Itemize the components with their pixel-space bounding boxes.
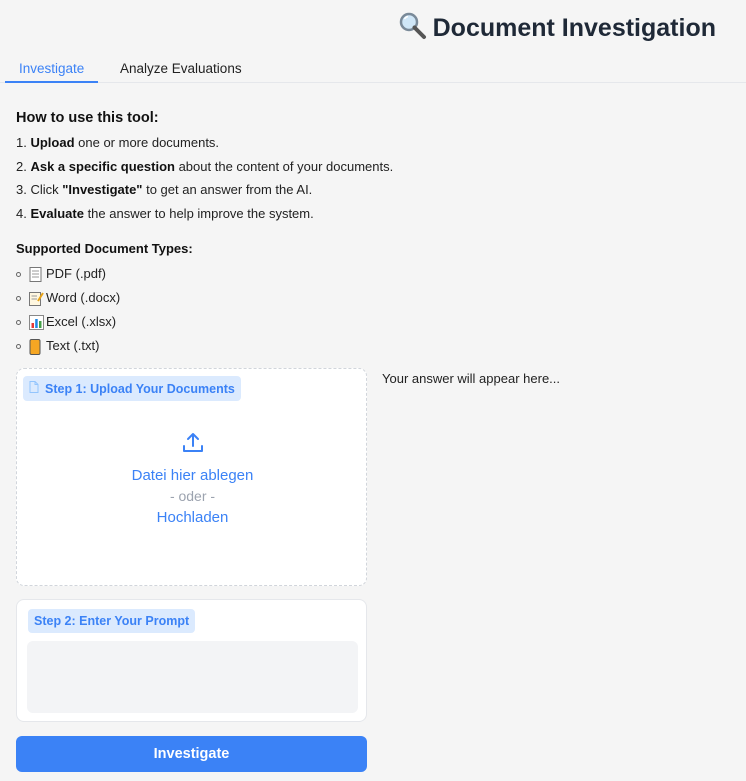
or-text: - oder -: [169, 488, 216, 504]
page-icon: [29, 266, 42, 282]
supported-types-heading: Supported Document Types:: [16, 241, 193, 256]
type-label: Excel (.xlsx): [46, 314, 117, 329]
prompt-card: Step 2: Enter Your Prompt: [16, 599, 367, 722]
bullet-icon: [16, 320, 21, 325]
how-to-step: 2. Ask a specific question about the con…: [16, 157, 716, 181]
app-header: Document Investigation: [0, 0, 746, 56]
tab-investigate[interactable]: Investigate: [5, 60, 99, 83]
type-item-excel: Excel (.xlsx): [16, 310, 416, 334]
step-text: one or more documents.: [74, 135, 220, 150]
app-title-text: Document Investigation: [432, 14, 716, 42]
step-keyword: Ask a specific question: [30, 158, 175, 174]
bullet-icon: [16, 344, 21, 349]
text-file-icon: [29, 338, 42, 355]
bullet-icon: [16, 272, 21, 277]
upload-step-label: Step 1: Upload Your Documents: [23, 376, 241, 401]
upload-step-label-text: Step 1: Upload Your Documents: [45, 381, 235, 396]
browse-upload-link[interactable]: Hochladen: [17, 507, 368, 528]
bullet-icon: [16, 296, 21, 301]
type-label: PDF (.pdf): [46, 266, 106, 281]
step-text: about the content of your documents.: [174, 158, 394, 174]
step-number: 2.: [16, 158, 27, 174]
how-to-section: How to use this tool: 1. Upload one or m…: [16, 110, 716, 227]
type-label: Text (.txt): [46, 338, 100, 353]
how-to-step: 1. Upload one or more documents.: [16, 133, 716, 157]
prompt-input[interactable]: [27, 641, 358, 713]
app-title: Document Investigation: [397, 10, 716, 47]
tab-analyze-evaluations[interactable]: Analyze Evaluations: [106, 60, 256, 83]
type-label: Word (.docx): [46, 290, 121, 305]
step-keyword: "Investigate": [62, 182, 143, 197]
supported-types-section: Supported Document Types: PDF (.pdf) Wor…: [16, 241, 416, 358]
prompt-step-label-text: Step 2: Enter Your Prompt: [34, 614, 190, 628]
bar-chart-icon: [29, 314, 44, 330]
file-dropzone[interactable]: Datei hier ablegen - oder - Hochladen: [17, 431, 368, 528]
step-text: the answer to help improve the system.: [83, 205, 314, 221]
step-keyword: Evaluate: [30, 205, 84, 221]
type-item-pdf: PDF (.pdf): [16, 262, 416, 286]
file-icon: [29, 381, 39, 396]
answer-placeholder: Your answer will appear here...: [382, 371, 561, 386]
upload-card: Step 1: Upload Your Documents Datei hier…: [16, 368, 367, 586]
investigate-button[interactable]: Investigate: [16, 736, 367, 772]
type-item-text: Text (.txt): [16, 334, 416, 358]
memo-icon: [29, 291, 44, 306]
step-number: 4.: [16, 205, 27, 221]
type-item-word: Word (.docx): [16, 286, 416, 310]
step-keyword: Upload: [30, 135, 75, 150]
how-to-step: 4. Evaluate the answer to help improve t…: [16, 204, 716, 228]
step-number: 3.: [16, 182, 27, 197]
upload-icon: [182, 433, 203, 452]
drop-text: Datei hier ablegen: [131, 467, 254, 484]
step-text: Click: [26, 182, 63, 197]
tab-bar: Investigate Analyze Evaluations: [0, 56, 746, 83]
magnifying-glass-icon: [397, 10, 427, 47]
step-text: to get an answer from the AI.: [142, 182, 313, 197]
step-number: 1.: [16, 135, 27, 150]
how-to-heading: How to use this tool:: [16, 110, 159, 126]
prompt-step-label: Step 2: Enter Your Prompt: [28, 609, 196, 633]
how-to-step: 3. Click "Investigate" to get an answer …: [16, 180, 716, 204]
